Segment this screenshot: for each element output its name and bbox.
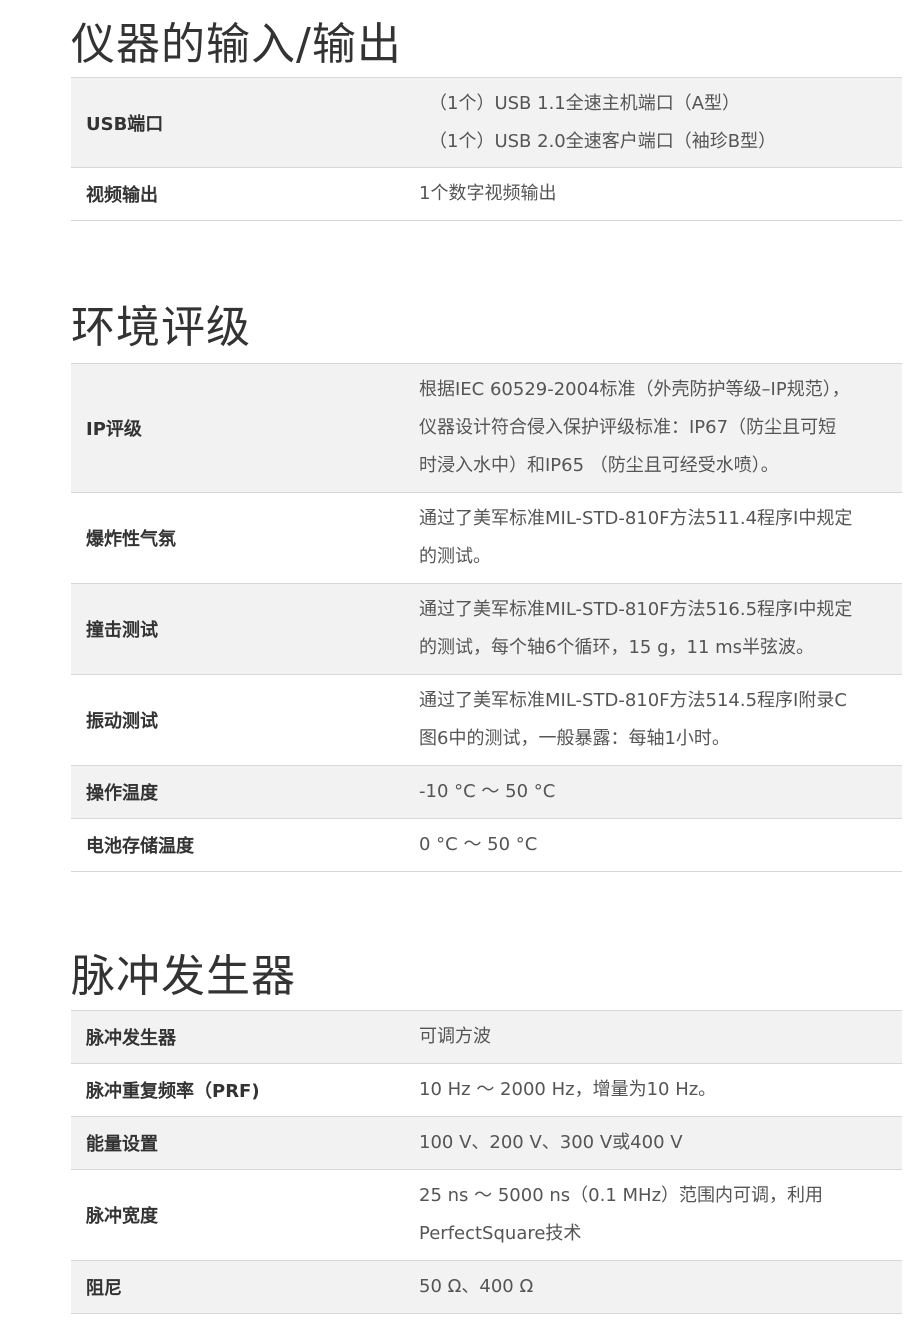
table-row: 视频输出 1个数字视频输出 [71, 167, 902, 221]
table-row: 能量设置 100 V、200 V、300 V或400 V [71, 1116, 902, 1170]
row-value: 通过了美军标准MIL-STD-810F方法516.5程序I中规定 的测试，每个轴… [419, 583, 902, 675]
value-line: 时浸入水中）和IP65 （防尘且可经受水喷）。 [419, 455, 779, 476]
table-row: 操作温度 -10 °C ～ 50 °C [71, 765, 902, 819]
row-value: 通过了美军标准MIL-STD-810F方法514.5程序I附录C 图6中的测试，… [419, 674, 902, 766]
row-value: 可调方波 [419, 1010, 902, 1064]
row-label: 阻尼 [71, 1260, 419, 1314]
table-row: 阻尼 50 Ω、400 Ω [71, 1260, 902, 1314]
value-line: （1个）USB 1.1全速主机端口（A型） [429, 92, 741, 114]
value-line: 100 V、200 V、300 V或400 V [419, 1132, 683, 1153]
value-line: 可调方波 [419, 1026, 491, 1047]
row-value: 通过了美军标准MIL-STD-810F方法511.4程序I中规定 的测试。 [419, 492, 902, 584]
value-line: 25 ns ～ 5000 ns（0.1 MHz）范围内可调，利用 [419, 1185, 824, 1206]
value-line: 10 Hz ～ 2000 Hz，增量为10 Hz。 [419, 1079, 717, 1100]
table-row: IP评级 根据IEC 60529-2004标准（外壳防护等级–IP规范）， 仪器… [71, 363, 902, 493]
table-row: USB端口 （1个）USB 1.1全速主机端口（A型） （1个）USB 2.0全… [71, 77, 902, 168]
value-line: 1个数字视频输出 [419, 183, 557, 204]
row-value: 50 Ω、400 Ω [419, 1260, 902, 1314]
row-label: 撞击测试 [71, 583, 419, 675]
row-value: 100 V、200 V、300 V或400 V [419, 1116, 902, 1170]
section-title: 环境评级 [71, 302, 251, 353]
table-row: 振动测试 通过了美军标准MIL-STD-810F方法514.5程序I附录C 图6… [71, 674, 902, 766]
row-value: -10 °C ～ 50 °C [419, 765, 902, 819]
value-line: 通过了美军标准MIL-STD-810F方法511.4程序I中规定 [419, 508, 853, 529]
value-line: 50 Ω、400 Ω [419, 1276, 534, 1297]
value-line: 通过了美军标准MIL-STD-810F方法514.5程序I附录C [419, 690, 847, 711]
table-row: 撞击测试 通过了美军标准MIL-STD-810F方法516.5程序I中规定 的测… [71, 583, 902, 675]
section-title: 脉冲发生器 [71, 951, 296, 1002]
section-environment: 环境评级 IP评级 根据IEC 60529-2004标准（外壳防护等级–IP规范… [71, 299, 902, 872]
spec-table: USB端口 （1个）USB 1.1全速主机端口（A型） （1个）USB 2.0全… [71, 77, 902, 221]
row-label: 振动测试 [71, 674, 419, 766]
row-label: 视频输出 [71, 167, 419, 221]
section-io: 仪器的输入/输出 USB端口 （1个）USB 1.1全速主机端口（A型） （1个… [71, 16, 902, 221]
table-row: 脉冲重复频率（PRF) 10 Hz ～ 2000 Hz，增量为10 Hz。 [71, 1063, 902, 1117]
row-label: 爆炸性气氛 [71, 492, 419, 584]
row-value: 根据IEC 60529-2004标准（外壳防护等级–IP规范）， 仪器设计符合侵… [419, 363, 902, 493]
table-row: 电池存储温度 0 °C ～ 50 °C [71, 818, 902, 872]
value-line: -10 °C ～ 50 °C [419, 781, 556, 802]
value-line: 通过了美军标准MIL-STD-810F方法516.5程序I中规定 [419, 599, 853, 620]
spec-table: 脉冲发生器 可调方波 脉冲重复频率（PRF) 10 Hz ～ 2000 Hz，增… [71, 1010, 902, 1314]
row-label: 操作温度 [71, 765, 419, 819]
row-value: 25 ns ～ 5000 ns（0.1 MHz）范围内可调，利用 Perfect… [419, 1169, 902, 1261]
value-line: 根据IEC 60529-2004标准（外壳防护等级–IP规范）， [419, 379, 850, 400]
table-row: 脉冲宽度 25 ns ～ 5000 ns（0.1 MHz）范围内可调，利用 Pe… [71, 1169, 902, 1261]
row-label: IP评级 [71, 363, 419, 493]
value-line: （1个）USB 2.0全速客户端口（袖珍B型） [429, 130, 777, 152]
row-label: 脉冲重复频率（PRF) [71, 1063, 419, 1117]
row-value: 1个数字视频输出 [419, 167, 902, 221]
spec-table: IP评级 根据IEC 60529-2004标准（外壳防护等级–IP规范）， 仪器… [71, 363, 902, 872]
value-line: 的测试，每个轴6个循环，15 g，11 ms半弦波。 [419, 637, 815, 658]
value-line: 仪器设计符合侵入保护评级标准：IP67（防尘且可短 [419, 417, 837, 438]
row-label: 脉冲发生器 [71, 1010, 419, 1064]
row-label: 能量设置 [71, 1116, 419, 1170]
value-line: 的测试。 [419, 546, 491, 567]
value-line: 0 °C ～ 50 °C [419, 834, 538, 855]
row-label: 电池存储温度 [71, 818, 419, 872]
value-line: PerfectSquare技术 [419, 1223, 582, 1244]
row-value: 0 °C ～ 50 °C [419, 818, 902, 872]
row-value: 10 Hz ～ 2000 Hz，增量为10 Hz。 [419, 1063, 902, 1117]
row-label: 脉冲宽度 [71, 1169, 419, 1261]
table-row: 脉冲发生器 可调方波 [71, 1010, 902, 1064]
row-label: USB端口 [71, 77, 419, 168]
table-row: 爆炸性气氛 通过了美军标准MIL-STD-810F方法511.4程序I中规定 的… [71, 492, 902, 584]
value-line: 图6中的测试，一般暴露：每轴1小时。 [419, 728, 730, 749]
row-value: （1个）USB 1.1全速主机端口（A型） （1个）USB 2.0全速客户端口（… [419, 77, 902, 168]
section-pulser: 脉冲发生器 脉冲发生器 可调方波 脉冲重复频率（PRF) 10 Hz ～ 200… [71, 948, 902, 1314]
section-title: 仪器的输入/输出 [71, 19, 402, 70]
